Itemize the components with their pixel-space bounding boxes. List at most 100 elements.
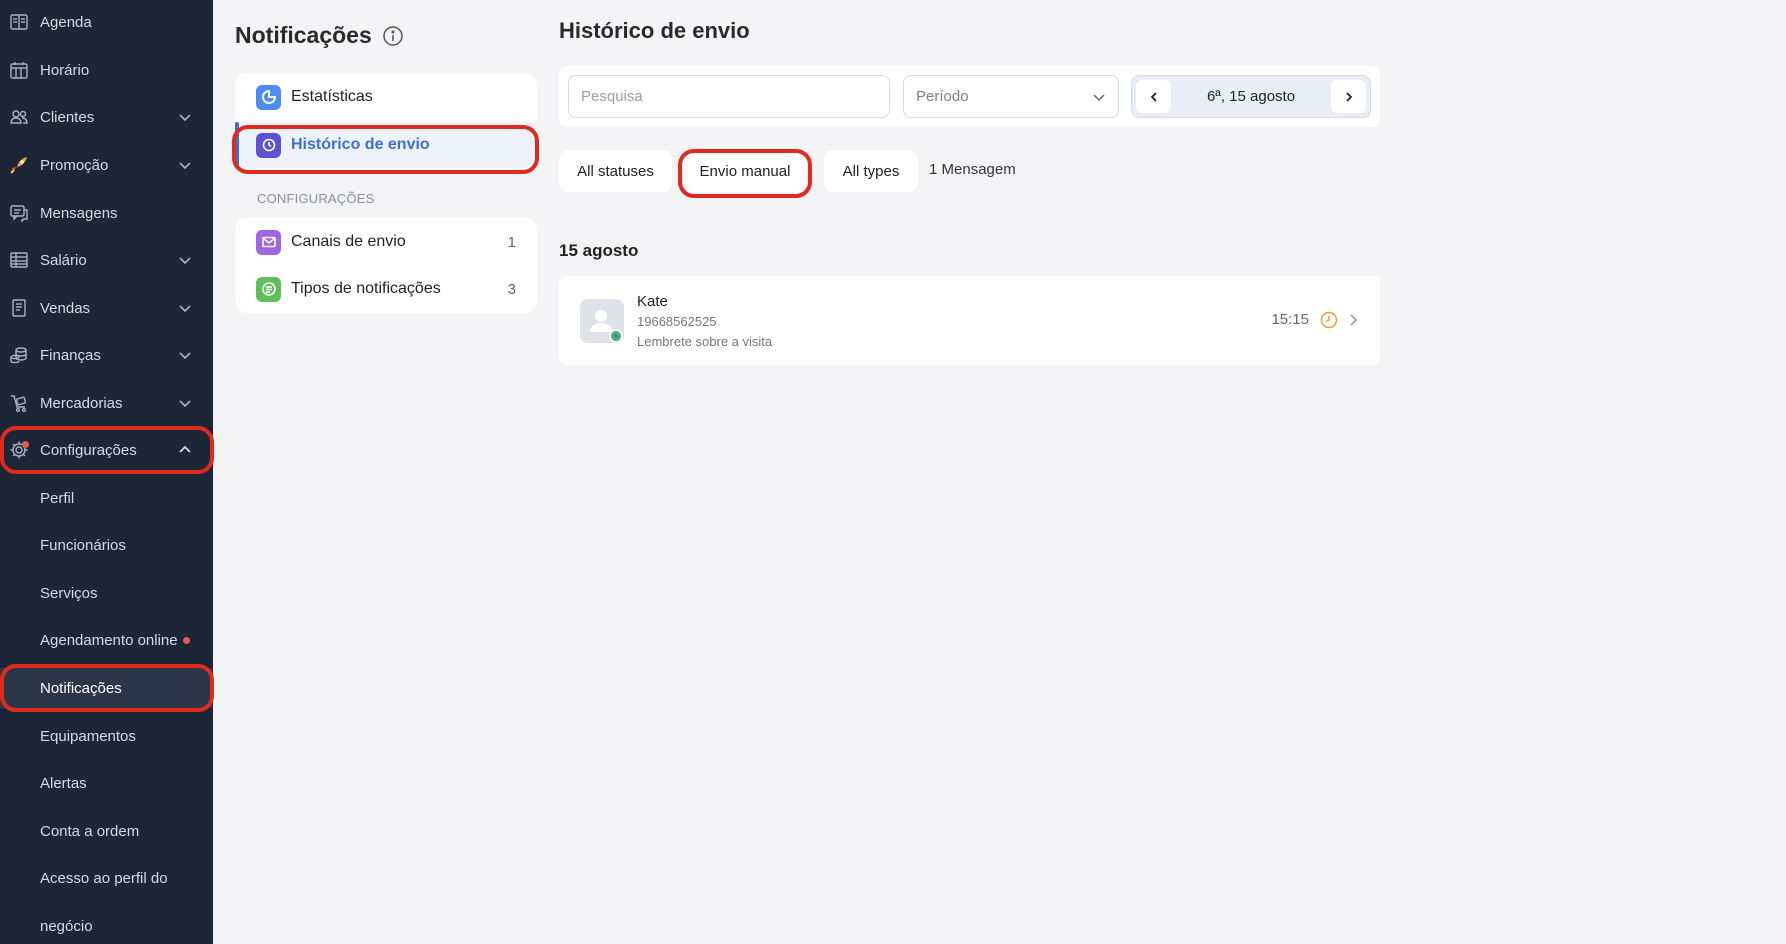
chat-icon (8, 202, 30, 224)
sidebar-item-label: Horário (40, 61, 90, 79)
period-select[interactable]: Período (903, 75, 1119, 118)
sidebar-item-label: Mensagens (40, 204, 118, 222)
notification-dot (22, 441, 29, 448)
menu-item-historico[interactable]: Histórico de envio (235, 122, 537, 168)
sidebar-subitem-label: Acesso ao perfil do (40, 869, 168, 887)
date-group-header: 15 agosto (559, 241, 639, 260)
previous-date-button[interactable] (1136, 80, 1171, 113)
filter-chip-envio-manual[interactable]: Envio manual (683, 150, 807, 192)
calendar-book-icon (8, 11, 30, 33)
history-title: Histórico de envio (559, 18, 750, 43)
sidebar-item-horario[interactable]: Horário (0, 50, 213, 90)
menu-item-label: Canais de envio (291, 233, 406, 250)
clock-icon (1320, 311, 1338, 329)
sidebar-item-financas[interactable]: Finanças (0, 335, 213, 375)
menu-item-label: Estatísticas (291, 88, 373, 105)
message-description: Lembrete sobre a visita (637, 334, 773, 349)
page-title: Notificações (235, 22, 372, 48)
menu-item-count: 3 (507, 280, 516, 298)
cart-icon (8, 392, 30, 414)
sidebar-item-label: Vendas (40, 299, 91, 317)
sidebar-subitem-label: Conta a ordem (40, 822, 140, 840)
sidebar-item-vendas[interactable]: Vendas (0, 288, 213, 328)
notifications-title: Notificações (235, 22, 404, 49)
menu-item-count: 1 (507, 233, 516, 251)
menu-item-canais[interactable]: Canais de envio 1 (235, 219, 537, 265)
sidebar-subitem-alertas[interactable]: Alertas (0, 763, 213, 803)
list-icon (256, 276, 281, 302)
notifications-menu-card: Estatísticas Histórico de envio (235, 73, 537, 170)
rocket-icon (8, 154, 30, 176)
sidebar-item-salario[interactable]: Salário (0, 240, 213, 280)
sidebar-subitem-label: Equipamentos (40, 727, 136, 745)
sidebar-item-agenda[interactable]: Agenda (0, 2, 213, 42)
sidebar-subitem-label: Funcionários (40, 536, 126, 554)
sidebar-item-mensagens[interactable]: Mensagens (0, 193, 213, 233)
table-icon (8, 249, 30, 271)
chevron-down-icon (179, 257, 191, 265)
sidebar-subitem-acesso-perfil[interactable]: Acesso ao perfil do (0, 858, 213, 898)
chevron-down-icon (179, 400, 191, 408)
chevron-right-icon (1345, 91, 1352, 102)
filter-chip-all-types[interactable]: All types (824, 150, 918, 192)
chevron-down-icon (179, 352, 191, 360)
date-navigator: 6ª, 15 agosto (1131, 75, 1371, 118)
filter-chip-all-statuses[interactable]: All statuses (559, 150, 672, 192)
sidebar-subitem-label: Perfil (40, 489, 75, 507)
period-label: Período (916, 88, 969, 105)
sidebar-item-clientes[interactable]: Clientes (0, 97, 213, 137)
sidebar-subitem-label: Agendamento online (40, 631, 178, 649)
sidebar-subitem-acesso-perfil-cont[interactable]: negócio (0, 906, 213, 944)
calendar-grid-icon (8, 59, 30, 81)
sidebar-subitem-conta-a-ordem[interactable]: Conta a ordem (0, 811, 213, 851)
active-indicator (235, 122, 239, 168)
sidebar-subitem-notificacoes[interactable]: Notificações (0, 668, 213, 708)
sidebar-item-label: Salário (40, 251, 87, 269)
sidebar-subitem-label: Notificações (40, 679, 122, 697)
date-label[interactable]: 6ª, 15 agosto (1177, 76, 1325, 117)
sidebar-item-label: Promoção (40, 156, 109, 174)
sidebar-subitem-agendamento-online[interactable]: Agendamento online (0, 620, 213, 660)
sidebar-item-mercadorias[interactable]: Mercadorias (0, 383, 213, 423)
search-input[interactable] (568, 75, 890, 118)
menu-item-label: Histórico de envio (291, 136, 430, 153)
message-count: 1 Mensagem (929, 161, 1016, 178)
sidebar-subitem-label: Alertas (40, 774, 87, 792)
history-icon (256, 132, 281, 158)
sidebar-subitem-servicos[interactable]: Serviços (0, 573, 213, 613)
notification-dot (183, 637, 190, 644)
filter-bar: Período 6ª, 15 agosto (559, 66, 1380, 127)
sidebar-item-label: Agenda (40, 13, 92, 31)
sidebar-item-label: Finanças (40, 346, 101, 364)
menu-item-label: Tipos de notificações (291, 280, 441, 297)
sidebar-item-label: Mercadorias (40, 394, 123, 412)
coins-icon (8, 344, 30, 366)
sidebar-item-label: Configurações (40, 441, 137, 459)
envelope-icon (256, 229, 281, 255)
sidebar-subitem-label: Serviços (40, 584, 98, 602)
info-icon[interactable] (382, 25, 404, 47)
section-label-configuracoes: CONFIGURAÇÕES (257, 191, 375, 206)
next-date-button[interactable] (1331, 80, 1366, 113)
menu-item-estatisticas[interactable]: Estatísticas (235, 74, 537, 120)
chevron-up-icon (179, 445, 191, 453)
sidebar-subitem-equipamentos[interactable]: Equipamentos (0, 716, 213, 756)
sidebar-subitem-funcionarios[interactable]: Funcionários (0, 525, 213, 565)
menu-item-tipos[interactable]: Tipos de notificações 3 (235, 266, 537, 312)
chevron-left-icon (1150, 91, 1157, 102)
message-row[interactable]: Kate 19668562525 Lembrete sobre a visita… (559, 276, 1380, 365)
receipt-icon (8, 297, 30, 319)
statistics-icon (256, 84, 281, 110)
sidebar-item-promocao[interactable]: Promoção (0, 145, 213, 185)
sidebar-item-configuracoes[interactable]: Configurações (0, 430, 213, 470)
client-name: Kate (637, 293, 668, 310)
chevron-down-icon (1093, 93, 1105, 101)
chevron-down-icon (179, 162, 191, 170)
client-phone: 19668562525 (637, 314, 717, 329)
settings-card: Canais de envio 1 Tipos de notificações … (235, 218, 537, 313)
sidebar-item-label: Clientes (40, 108, 95, 126)
chevron-down-icon (179, 114, 191, 122)
sidebar-subitem-label: negócio (40, 917, 93, 935)
chevron-right-icon (1350, 314, 1358, 326)
sidebar-subitem-perfil[interactable]: Perfil (0, 478, 213, 518)
